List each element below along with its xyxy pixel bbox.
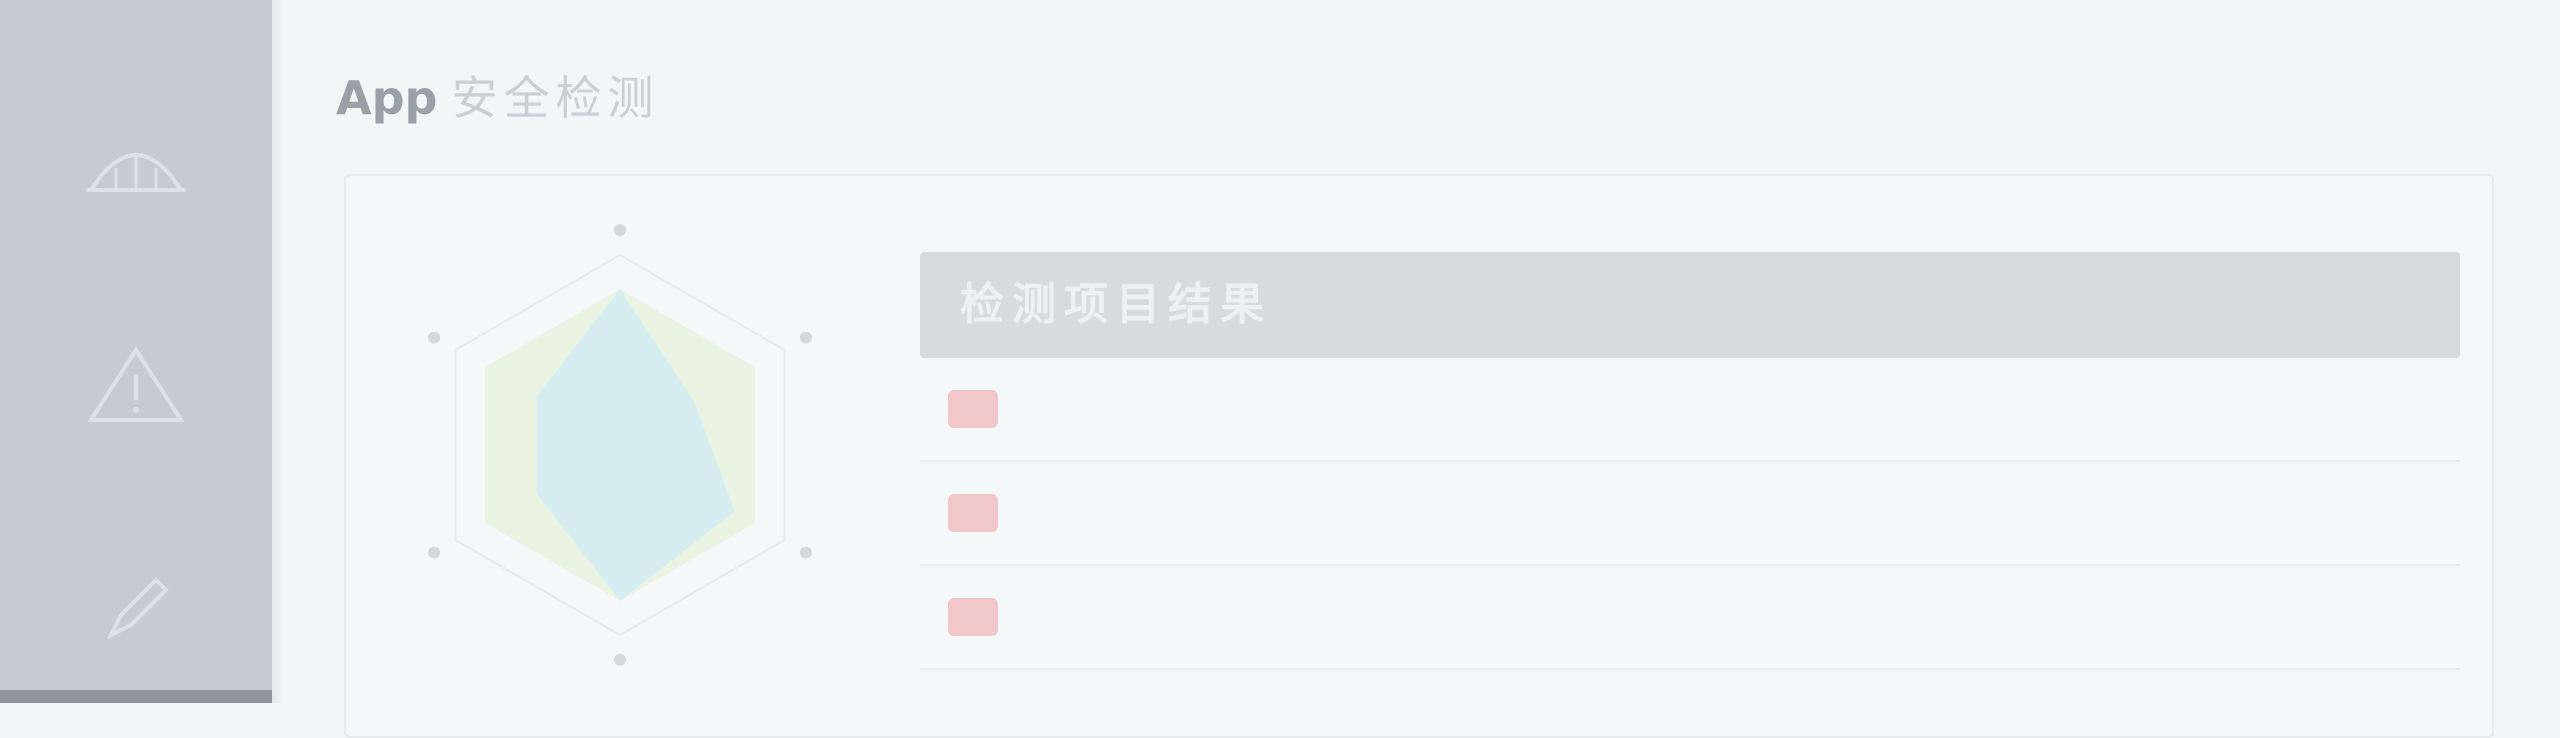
sidebar [0, 0, 272, 703]
radar-axis-marker [428, 331, 441, 344]
table-row[interactable] [920, 462, 2460, 566]
radar-axis-marker [614, 653, 626, 666]
risk-badge [948, 494, 998, 532]
radar-chart [428, 224, 812, 666]
page-title: App 安全检测 [336, 62, 659, 128]
radar-axis-marker [799, 331, 812, 344]
bridge-icon [0, 130, 272, 200]
sidebar-item-warning[interactable] [0, 345, 272, 425]
radar-axis-marker [799, 546, 812, 559]
radar-axis-marker [428, 546, 441, 559]
radar-axis-marker [614, 224, 626, 237]
page-title-subtitle: 安全检测 [451, 71, 660, 125]
risk-badge [948, 390, 998, 428]
risk-badge [948, 598, 998, 636]
triangle-warning-icon [0, 345, 272, 425]
sidebar-bottom-strip [0, 690, 272, 703]
sidebar-item-bridge[interactable] [0, 130, 272, 200]
sidebar-divider [272, 0, 284, 703]
pen-icon [0, 565, 272, 645]
page-title-app: App [336, 71, 438, 125]
result-table: 检测项目结果 [920, 252, 2460, 670]
sidebar-item-pen[interactable] [0, 565, 272, 645]
table-row[interactable] [920, 566, 2460, 670]
table-row[interactable] [920, 358, 2460, 462]
table-header: 检测项目结果 [920, 252, 2460, 358]
